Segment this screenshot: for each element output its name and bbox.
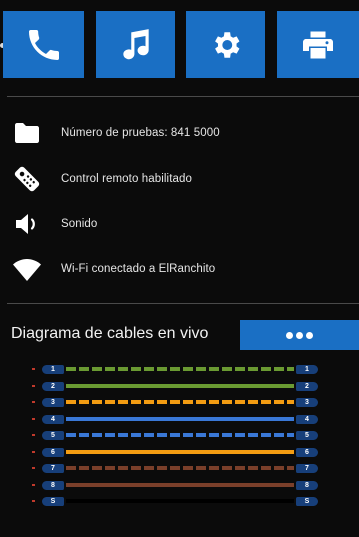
- cable-tester-screen: Número de pruebas: 841 5000 Control remo…: [0, 0, 359, 537]
- wire-row: 44: [0, 412, 359, 427]
- wire-line: [66, 449, 294, 454]
- pin-tick: [32, 384, 35, 387]
- wire-line: [66, 400, 294, 404]
- info-row-sound[interactable]: Sonido: [12, 209, 352, 239]
- more-options-dot: [306, 331, 313, 339]
- print-button[interactable]: [277, 11, 359, 78]
- wire-line: [66, 433, 294, 437]
- wire-row: 77: [0, 461, 359, 476]
- pin-tick: [32, 417, 35, 420]
- pin-label-right: 2: [296, 381, 318, 391]
- diagram-title: Diagrama de cables en vivo: [11, 325, 209, 342]
- pin-label-left: 2: [42, 381, 64, 391]
- sound-label: Sonido: [61, 218, 98, 230]
- info-row-wifi[interactable]: Wi-Fi conectado a ElRanchito: [12, 254, 352, 284]
- phone-button[interactable]: [3, 11, 84, 78]
- divider-top: [7, 96, 359, 97]
- info-row-tests: Número de pruebas: 841 5000: [12, 118, 352, 148]
- pin-tick: [32, 500, 35, 502]
- pin-tick: [32, 434, 35, 436]
- pin-label-right: 3: [296, 398, 318, 407]
- divider-bottom: [7, 303, 359, 304]
- pin-label-right: 7: [296, 464, 318, 473]
- pin-label-left: 5: [42, 431, 64, 440]
- wire-line: [66, 416, 294, 421]
- pin-tick: [32, 450, 35, 453]
- wire-map: 1122334455667788SS: [0, 362, 359, 512]
- pin-tick: [32, 467, 35, 469]
- wifi-status-label: Wi-Fi conectado a ElRanchito: [61, 263, 216, 275]
- more-options-button[interactable]: [240, 320, 359, 350]
- wire-line: [66, 466, 294, 470]
- printer-icon: [303, 31, 333, 58]
- pin-label-left: 6: [42, 447, 64, 457]
- pin-label-right: 6: [296, 447, 318, 457]
- wire-row: 55: [0, 428, 359, 443]
- pin-label-left: 8: [42, 480, 64, 490]
- pin-tick: [32, 483, 35, 486]
- pin-label-left: 7: [42, 464, 64, 473]
- wire-row: SS: [0, 494, 359, 509]
- folder-icon: [12, 118, 42, 148]
- pin-label-left: S: [42, 497, 64, 506]
- pin-label-left: 3: [42, 398, 64, 407]
- top-toolbar: [0, 0, 359, 92]
- remote-status-label: Control remoto habilitado: [61, 173, 192, 185]
- wire-row: 22: [0, 379, 359, 394]
- wire-line: [66, 383, 294, 388]
- music-note-icon: [122, 28, 149, 59]
- settings-button[interactable]: [186, 11, 265, 78]
- pin-label-right: 1: [296, 365, 318, 374]
- remote-control-icon: [12, 164, 42, 194]
- music-button[interactable]: [96, 11, 175, 78]
- gear-icon: [214, 31, 239, 58]
- pin-label-left: 4: [42, 414, 64, 424]
- more-options-dot: [296, 331, 303, 339]
- tests-count-label: Número de pruebas: 841 5000: [61, 127, 220, 139]
- phone-icon: [28, 29, 59, 60]
- speaker-icon: [12, 209, 42, 239]
- wire-line: [66, 499, 294, 503]
- wire-row: 88: [0, 478, 359, 493]
- pin-label-left: 1: [42, 365, 64, 374]
- wifi-icon: [12, 254, 42, 284]
- pin-label-right: S: [296, 497, 318, 506]
- pin-label-right: 8: [296, 480, 318, 490]
- wire-line: [66, 367, 294, 371]
- pin-tick: [32, 368, 35, 370]
- pin-label-right: 5: [296, 431, 318, 440]
- wire-row: 66: [0, 445, 359, 460]
- pin-label-right: 4: [296, 414, 318, 424]
- info-row-remote: Control remoto habilitado: [12, 164, 352, 194]
- wire-row: 11: [0, 362, 359, 377]
- pin-tick: [32, 401, 35, 403]
- wire-row: 33: [0, 395, 359, 410]
- more-options-icon: [286, 331, 293, 339]
- wire-line: [66, 482, 294, 487]
